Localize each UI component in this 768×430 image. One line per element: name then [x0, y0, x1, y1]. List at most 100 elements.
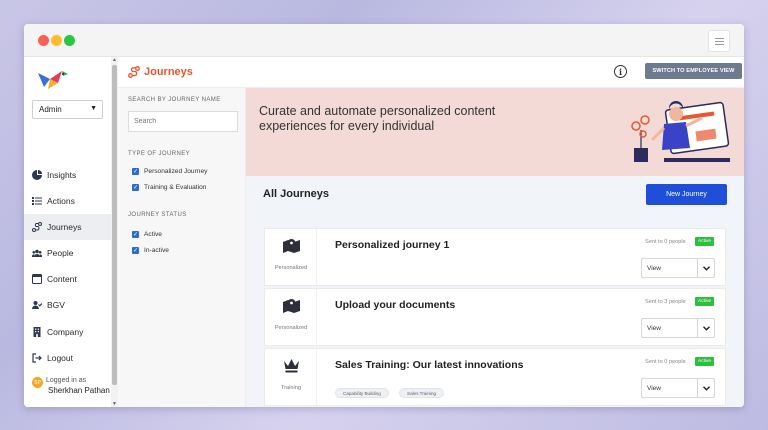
filter-status-inactive[interactable]: ✓ In-active — [132, 247, 169, 254]
close-window-button[interactable] — [38, 35, 49, 46]
sidebar-item-label: Logout — [47, 353, 73, 363]
sidebar-item-label: Journeys — [47, 222, 82, 232]
sidebar-item-company[interactable]: Company — [24, 319, 111, 345]
view-action-label: View — [647, 325, 661, 332]
route-icon — [32, 222, 42, 232]
sidebar-item-label: People — [47, 248, 74, 258]
view-action-select[interactable]: View — [641, 258, 715, 278]
sent-count: Sent to 0 people — [645, 239, 686, 245]
list-icon — [32, 196, 42, 206]
minimize-window-button[interactable] — [51, 35, 62, 46]
chevron-down-icon[interactable] — [697, 319, 714, 337]
checkbox-label: In-active — [144, 247, 169, 254]
user-check-icon — [32, 300, 42, 310]
info-icon[interactable]: i — [614, 65, 627, 78]
building-icon — [32, 327, 42, 337]
sidebar-item-bgv[interactable]: BGV — [24, 292, 111, 318]
menu-icon[interactable] — [708, 30, 730, 52]
logout-icon — [32, 353, 42, 363]
hero-banner: Curate and automate personalized content… — [246, 88, 744, 176]
sidebar-item-label: Actions — [47, 196, 75, 206]
sidebar-scrollbar[interactable]: ▲ ▼ — [111, 57, 118, 407]
checkbox-checked-icon[interactable]: ✓ — [132, 247, 139, 254]
sidebar-item-logout[interactable]: Logout — [24, 345, 111, 371]
status-badge: Active — [695, 237, 715, 246]
crown-icon — [284, 359, 299, 373]
view-action-label: View — [647, 385, 661, 392]
map-pin-icon — [283, 299, 300, 313]
chevron-down-icon[interactable] — [697, 379, 714, 397]
search-heading: SEARCH BY JOURNEY NAME — [128, 97, 221, 103]
checkbox-checked-icon[interactable]: ✓ — [132, 168, 139, 175]
sidebar-item-label: Insights — [47, 170, 77, 180]
content-icon — [32, 274, 42, 284]
view-action-select[interactable]: View — [641, 378, 715, 398]
app-window: Admin ▼ Insights Actions Journeys People… — [24, 24, 744, 407]
status-badge: Active — [695, 357, 715, 366]
view-action-label: View — [647, 265, 661, 272]
journey-tag: Sales Training — [399, 388, 445, 398]
sidebar-item-people[interactable]: People — [24, 240, 111, 266]
journey-title[interactable]: Sales Training: Our latest innovations — [335, 359, 523, 371]
sidebar-item-journeys[interactable]: Journeys — [24, 214, 111, 240]
status-badge: Active — [695, 297, 715, 306]
sidebar-item-insights[interactable]: Insights — [24, 162, 111, 188]
chevron-down-icon[interactable] — [697, 259, 714, 277]
journey-type-cell: Personalized — [265, 289, 317, 347]
checkbox-checked-icon[interactable]: ✓ — [132, 184, 139, 191]
filter-type-personalized[interactable]: ✓ Personalized Journey — [132, 168, 207, 175]
pie-chart-icon — [32, 170, 42, 180]
map-pin-icon — [283, 239, 300, 253]
maximize-window-button[interactable] — [64, 35, 75, 46]
journey-type-cell: Training — [265, 349, 317, 407]
brand-logo — [38, 71, 68, 89]
sidebar-item-label: Company — [47, 327, 84, 337]
journey-title[interactable]: Upload your documents — [335, 299, 455, 311]
scrollbar-thumb[interactable] — [112, 65, 117, 385]
checkbox-checked-icon[interactable]: ✓ — [132, 231, 139, 238]
view-action-select[interactable]: View — [641, 318, 715, 338]
top-bar: Journeys i SWITCH TO EMPLOYEE VIEW — [118, 57, 744, 88]
logged-in-label: Logged in as — [46, 377, 87, 384]
journey-card[interactable]: Personalized Upload your documents Sent … — [264, 288, 726, 347]
scroll-up-arrow-icon[interactable]: ▲ — [111, 57, 118, 63]
role-select-value: Admin — [39, 105, 62, 114]
status-heading: JOURNEY STATUS — [128, 212, 187, 218]
scroll-down-arrow-icon[interactable]: ▼ — [111, 401, 118, 407]
route-icon — [128, 66, 140, 78]
filter-status-active[interactable]: ✓ Active — [132, 231, 162, 238]
sidebar-item-content[interactable]: Content — [24, 266, 111, 292]
new-journey-button[interactable]: New Journey — [646, 184, 727, 205]
banner-illustration — [631, 101, 730, 162]
sidebar-item-actions[interactable]: Actions — [24, 188, 111, 214]
checkbox-label: Active — [144, 231, 162, 238]
journey-type-label: Personalized — [274, 265, 308, 271]
sent-count: Sent to 3 people — [645, 299, 686, 305]
journey-card[interactable]: Personalized Personalized journey 1 Sent… — [264, 228, 726, 287]
sent-count: Sent to 0 people — [645, 359, 686, 365]
journey-title[interactable]: Personalized journey 1 — [335, 239, 449, 251]
filter-type-training[interactable]: ✓ Training & Evaluation — [132, 184, 206, 191]
title-bar — [24, 24, 744, 57]
type-heading: TYPE OF JOURNEY — [128, 151, 191, 157]
journeys-list: All Journeys New Journey Personalized Pe… — [246, 176, 744, 407]
journey-type-label: Training — [280, 385, 301, 391]
user-name: Sherkhan Pathan — [48, 386, 110, 395]
sidebar-item-label: Content — [47, 274, 77, 284]
filter-panel: SEARCH BY JOURNEY NAME TYPE OF JOURNEY ✓… — [118, 88, 246, 407]
chevron-down-icon: ▼ — [90, 105, 97, 112]
page-title-text: Journeys — [144, 66, 193, 78]
avatar: SP — [32, 377, 43, 388]
checkbox-label: Personalized Journey — [144, 168, 208, 175]
sidebar: Admin ▼ Insights Actions Journeys People… — [24, 57, 111, 407]
role-select[interactable]: Admin ▼ — [32, 100, 103, 119]
journey-search-input[interactable] — [128, 111, 238, 132]
journey-card[interactable]: Training Sales Training: Our latest inno… — [264, 348, 726, 407]
banner-text: Curate and automate personalized content… — [259, 104, 496, 133]
sidebar-item-label: BGV — [47, 300, 65, 310]
journey-type-label: Personalized — [274, 325, 308, 331]
switch-to-employee-view-button[interactable]: SWITCH TO EMPLOYEE VIEW — [645, 63, 742, 79]
page-title: Journeys — [128, 66, 193, 78]
checkbox-label: Training & Evaluation — [144, 184, 207, 191]
section-heading: All Journeys — [263, 188, 330, 200]
